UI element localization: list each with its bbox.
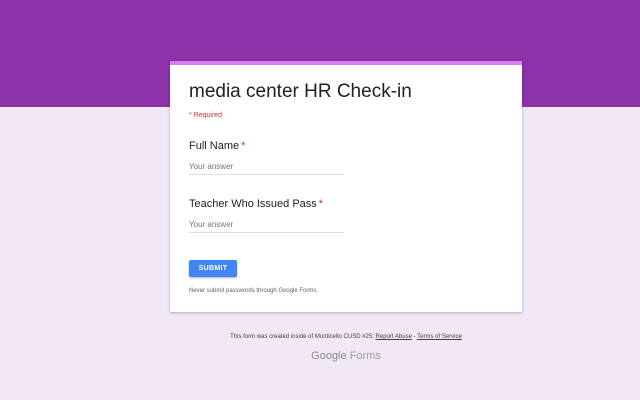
required-star: *	[241, 140, 246, 152]
password-warning: Never submit passwords through Google Fo…	[189, 288, 319, 294]
question-label-text: Full Name	[189, 140, 240, 152]
question-full-name-label: Full Name *	[189, 140, 245, 152]
teacher-input[interactable]	[189, 217, 344, 233]
google-forms-logo[interactable]: Google Forms	[170, 350, 522, 362]
report-abuse-link[interactable]: Report Abuse	[376, 334, 412, 340]
brand-google: Google	[311, 350, 347, 362]
required-note: * Required	[189, 112, 223, 119]
full-name-input[interactable]	[189, 159, 344, 175]
form-card: media center HR Check-in * Required Full…	[170, 61, 522, 312]
footer-created-text: This form was created inside of Monticel…	[230, 334, 374, 340]
form-title: media center HR Check-in	[189, 81, 412, 102]
footer-text: This form was created inside of Monticel…	[170, 334, 522, 340]
question-teacher-label: Teacher Who Issued Pass *	[189, 198, 323, 210]
required-star: *	[318, 198, 324, 210]
terms-of-service-link[interactable]: Terms of Service	[417, 334, 462, 340]
question-label-text: Teacher Who Issued Pass	[189, 198, 317, 210]
brand-forms: Forms	[349, 350, 381, 362]
submit-button[interactable]: SUBMIT	[189, 260, 237, 277]
